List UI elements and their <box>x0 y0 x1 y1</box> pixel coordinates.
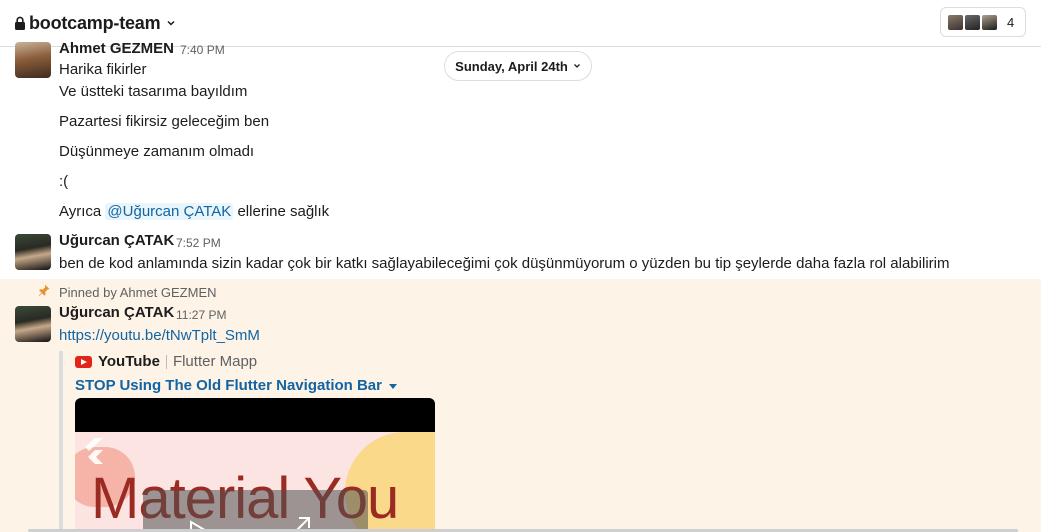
author-name[interactable]: Uğurcan ÇATAK <box>59 232 174 249</box>
author-name[interactable]: Ahmet GEZMEN <box>59 40 174 57</box>
channel-name: bootcamp-team <box>29 12 161 33</box>
date-divider-button[interactable]: Sunday, April 24th <box>444 51 592 81</box>
message-text: Pazartesi fikirsiz geleceğim ben <box>59 113 270 130</box>
member-count: 4 <box>1007 14 1015 30</box>
message-text: Harika fikirler <box>59 61 147 78</box>
user-mention[interactable]: @Uğurcan ÇATAK <box>105 203 234 220</box>
flutter-logo-icon <box>85 438 103 464</box>
chevron-down-icon <box>167 20 175 26</box>
avatar[interactable] <box>15 306 51 342</box>
unfurl-source: YouTube Flutter Mapp <box>75 353 257 370</box>
author-name[interactable]: Uğurcan ÇATAK <box>59 304 174 321</box>
pinned-message: Pinned by Ahmet GEZMEN Uğurcan ÇATAK 11:… <box>0 279 1041 532</box>
message-text: ben de kod anlamında sizin kadar çok bir… <box>59 255 950 272</box>
caret-down-icon[interactable] <box>389 384 397 389</box>
channel-name-button[interactable]: bootcamp-team <box>14 10 176 36</box>
thumbnail-image: Material You <box>75 432 435 532</box>
youtube-icon <box>75 355 92 368</box>
unfurl-service: YouTube <box>98 353 160 370</box>
unfurl-title: STOP Using The Old Flutter Navigation Ba… <box>75 377 382 394</box>
chevron-down-icon <box>573 64 580 68</box>
avatar[interactable] <box>15 234 51 270</box>
date-label: Sunday, April 24th <box>455 58 568 74</box>
message-text: Ayrıca @Uğurcan ÇATAK ellerine sağlık <box>59 203 329 220</box>
video-thumbnail[interactable]: Material You <box>75 398 435 532</box>
message-text: :( <box>59 173 69 190</box>
timestamp[interactable]: 11:27 PM <box>176 308 226 322</box>
message-text: Düşünmeye zamanım olmadı <box>59 143 255 160</box>
message-text-suffix: ellerine sağlık <box>237 203 330 220</box>
pin-icon <box>38 284 50 296</box>
member-avatar <box>980 12 999 32</box>
link-unfurl: YouTube Flutter Mapp STOP Using The Old … <box>59 351 559 532</box>
play-icon <box>190 517 310 532</box>
avatar[interactable] <box>15 42 51 78</box>
timestamp[interactable]: 7:52 PM <box>176 236 221 250</box>
lock-icon <box>15 16 25 30</box>
divider <box>165 354 167 369</box>
unfurl-channel[interactable]: Flutter Mapp <box>173 353 257 370</box>
message-list: Ahmet GEZMEN 7:40 PM Sunday, April 24th … <box>0 40 1041 532</box>
message-text: Ve üstteki tasarıma bayıldım <box>59 83 248 100</box>
unfurl-title-link[interactable]: STOP Using The Old Flutter Navigation Ba… <box>75 377 397 394</box>
timestamp[interactable]: 7:40 PM <box>180 43 225 57</box>
members-button[interactable]: 4 <box>940 7 1026 37</box>
message-text-prefix: Ayrıca <box>59 203 102 220</box>
pinned-by-label: Pinned by Ahmet GEZMEN <box>59 285 217 300</box>
message-link[interactable]: https://youtu.be/tNwTplt_SmM <box>59 327 260 344</box>
play-button-overlay[interactable] <box>143 490 368 532</box>
